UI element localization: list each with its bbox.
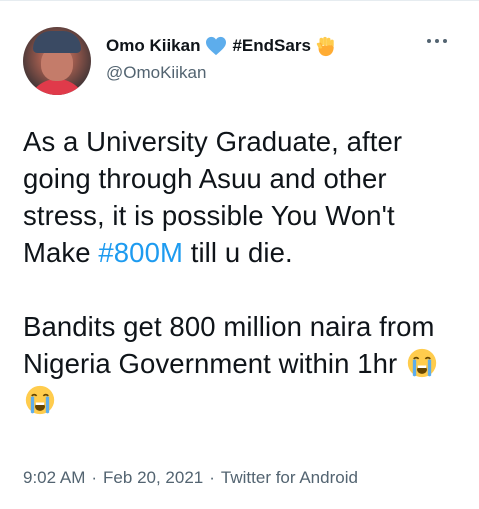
avatar[interactable] [23, 27, 91, 95]
author-display-name[interactable]: Omo Kiikan #EndSars [106, 35, 336, 57]
tweet-text-para-2: Bandits get 800 million naira from Niger… [23, 311, 435, 379]
avatar-cap [33, 31, 81, 53]
author-name-hashtag: #EndSars [232, 36, 311, 55]
raised-fist-icon [316, 36, 334, 57]
tweet-text: As a University Graduate, after going th… [23, 123, 463, 419]
tweet-paragraph-1: As a University Graduate, after going th… [23, 123, 463, 271]
meta-separator: · [209, 468, 215, 487]
more-dot [427, 39, 431, 43]
meta-separator: · [91, 468, 98, 487]
tweet-source-link[interactable]: Twitter for Android [221, 468, 358, 487]
tweet-text-part-2: till u die. [182, 237, 293, 268]
more-dot [443, 39, 447, 43]
author-names: Omo Kiikan #EndSars @OmoKiikan [106, 35, 336, 83]
loudly-crying-face-icon [407, 348, 437, 378]
tweet-paragraph-2: Bandits get 800 million naira from Niger… [23, 308, 463, 419]
hashtag-link[interactable]: #800M [98, 237, 183, 268]
loudly-crying-face-icon [25, 385, 55, 415]
tweet-card: Omo Kiikan #EndSars @OmoKiikan As a Univ… [0, 0, 479, 509]
avatar-shirt [27, 79, 87, 95]
more-options-icon[interactable] [423, 31, 451, 51]
more-dot [435, 39, 439, 43]
blue-heart-icon [206, 36, 227, 56]
author-name-text: Omo Kiikan [106, 36, 201, 55]
tweet-metadata: 9:02 AM · Feb 20, 2021 · Twitter for Android [23, 468, 358, 488]
tweet-date-link[interactable]: Feb 20, 2021 [103, 468, 203, 487]
tweet-time-link[interactable]: 9:02 AM [23, 468, 85, 487]
tweet-header: Omo Kiikan #EndSars @OmoKiikan [23, 27, 463, 97]
author-handle[interactable]: @OmoKiikan [106, 63, 336, 83]
